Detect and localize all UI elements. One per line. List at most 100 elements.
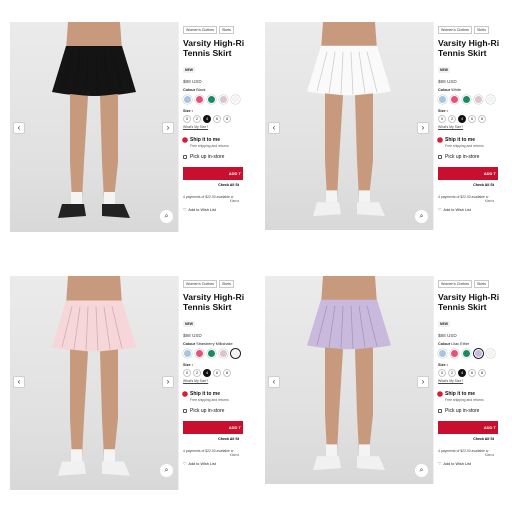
check-all-stores-link[interactable]: Check All St — [438, 437, 496, 441]
colour-swatch[interactable] — [450, 349, 459, 358]
colour-label: Colour Lilac Ether — [438, 342, 470, 346]
prev-image-button[interactable]: ‹ — [13, 376, 25, 388]
product-panel-lilac: ‹ › ⌕ Women's Clothes Skirts Varsity Hig… — [265, 276, 505, 484]
breadcrumb-item[interactable]: Skirts — [473, 280, 489, 288]
pickup-option[interactable]: Pick up in-store — [438, 154, 505, 160]
colour-swatch[interactable] — [438, 95, 447, 104]
colour-swatch[interactable] — [195, 95, 204, 104]
size-option[interactable]: 8 — [478, 115, 486, 123]
new-badge: NEW — [183, 67, 195, 73]
breadcrumb-item[interactable]: Women's Clothes — [183, 280, 217, 288]
size-guide-link[interactable]: What's My Size? — [183, 379, 250, 383]
add-to-bag-button[interactable]: ADD T — [438, 421, 498, 434]
size-option[interactable]: 0 — [438, 115, 446, 123]
klarna-note: Klarna — [229, 453, 239, 457]
checkbox-icon — [183, 155, 187, 159]
pickup-option[interactable]: Pick up in-store — [438, 408, 505, 414]
ship-option[interactable]: Ship it to me — [438, 391, 505, 397]
ship-option[interactable]: Ship it to me — [438, 137, 505, 143]
breadcrumb-item[interactable]: Skirts — [218, 26, 234, 34]
size-option[interactable]: 4 — [203, 369, 211, 377]
colour-swatches — [183, 349, 250, 358]
colour-swatch[interactable] — [486, 95, 495, 104]
check-all-stores-link[interactable]: Check All St — [438, 183, 496, 187]
pickup-option[interactable]: Pick up in-store — [183, 154, 250, 160]
size-option[interactable]: 4 — [458, 115, 466, 123]
new-badge: NEW — [438, 67, 450, 73]
size-guide-link[interactable]: What's My Size? — [438, 379, 505, 383]
add-to-bag-button[interactable]: ADD T — [183, 421, 243, 434]
colour-swatch[interactable] — [450, 95, 459, 104]
model-illustration — [52, 276, 136, 476]
zoom-button[interactable]: ⌕ — [160, 464, 173, 477]
ship-option[interactable]: Ship it to me — [183, 137, 250, 143]
size-option[interactable]: 2 — [448, 369, 456, 377]
prev-image-button[interactable]: ‹ — [268, 122, 280, 134]
product-info: Women's Clothes Skirts Varsity High-Ri Te… — [433, 276, 505, 484]
size-option[interactable]: 0 — [183, 115, 191, 123]
zoom-button[interactable]: ⌕ — [415, 464, 428, 477]
add-to-bag-button[interactable]: ADD T — [438, 167, 498, 180]
next-image-button[interactable]: › — [162, 122, 174, 134]
size-option[interactable]: 6 — [468, 369, 476, 377]
product-price: $88 USD — [438, 333, 457, 338]
colour-swatch[interactable] — [438, 349, 447, 358]
colour-swatch[interactable] — [231, 95, 240, 104]
wish-list-button[interactable]: ♡ Add to Wish List — [438, 207, 505, 213]
next-image-button[interactable]: › — [417, 122, 429, 134]
breadcrumb-item[interactable]: Women's Clothes — [438, 26, 472, 34]
pickup-option[interactable]: Pick up in-store — [183, 408, 250, 414]
size-option[interactable]: 0 — [183, 369, 191, 377]
size-option[interactable]: 6 — [213, 369, 221, 377]
breadcrumb-item[interactable]: Women's Clothes — [183, 26, 217, 34]
zoom-button[interactable]: ⌕ — [415, 210, 428, 223]
colour-swatch[interactable] — [183, 95, 192, 104]
colour-swatch[interactable] — [207, 95, 216, 104]
next-image-button[interactable]: › — [417, 376, 429, 388]
colour-swatch[interactable] — [195, 349, 204, 358]
size-option[interactable]: 0 — [438, 369, 446, 377]
colour-swatch[interactable] — [219, 95, 228, 104]
size-option[interactable]: 8 — [478, 369, 486, 377]
colour-swatch[interactable] — [219, 349, 228, 358]
colour-swatch[interactable] — [183, 349, 192, 358]
wish-list-button[interactable]: ♡ Add to Wish List — [183, 207, 250, 213]
wish-list-button[interactable]: ♡ Add to Wish List — [438, 461, 505, 467]
colour-swatch[interactable] — [462, 95, 471, 104]
colour-swatch[interactable] — [474, 95, 483, 104]
size-guide-link[interactable]: What's My Size? — [438, 125, 505, 129]
check-all-stores-link[interactable]: Check All St — [183, 437, 241, 441]
next-image-button[interactable]: › — [162, 376, 174, 388]
colour-label: Colour Strawberry Milkshake — [183, 342, 233, 346]
size-option[interactable]: 2 — [193, 369, 201, 377]
breadcrumb-item[interactable]: Skirts — [473, 26, 489, 34]
breadcrumb-item[interactable]: Women's Clothes — [438, 280, 472, 288]
size-option[interactable]: 8 — [223, 115, 231, 123]
colour-swatch[interactable] — [486, 349, 495, 358]
ship-option[interactable]: Ship it to me — [183, 391, 250, 397]
size-label: Size • — [438, 109, 449, 113]
prev-image-button[interactable]: ‹ — [268, 376, 280, 388]
size-option[interactable]: 2 — [448, 115, 456, 123]
new-badge: NEW — [438, 321, 450, 327]
size-guide-link[interactable]: What's My Size? — [183, 125, 250, 129]
check-all-stores-link[interactable]: Check All St — [183, 183, 241, 187]
size-option[interactable]: 2 — [193, 115, 201, 123]
size-option[interactable]: 6 — [213, 115, 221, 123]
size-option[interactable]: 8 — [223, 369, 231, 377]
prev-image-button[interactable]: ‹ — [13, 122, 25, 134]
breadcrumb: Women's Clothes Skirts — [438, 280, 505, 288]
colour-swatch[interactable] — [462, 349, 471, 358]
size-option[interactable]: 4 — [458, 369, 466, 377]
radio-selected-icon — [183, 392, 187, 396]
chevron-left-icon: ‹ — [17, 377, 21, 386]
add-to-bag-button[interactable]: ADD T — [183, 167, 243, 180]
colour-swatch[interactable] — [231, 349, 240, 358]
size-option[interactable]: 6 — [468, 115, 476, 123]
colour-swatch[interactable] — [474, 349, 483, 358]
colour-swatch[interactable] — [207, 349, 216, 358]
size-option[interactable]: 4 — [203, 115, 211, 123]
breadcrumb-item[interactable]: Skirts — [218, 280, 234, 288]
wish-list-button[interactable]: ♡ Add to Wish List — [183, 461, 250, 467]
zoom-button[interactable]: ⌕ — [160, 210, 173, 223]
